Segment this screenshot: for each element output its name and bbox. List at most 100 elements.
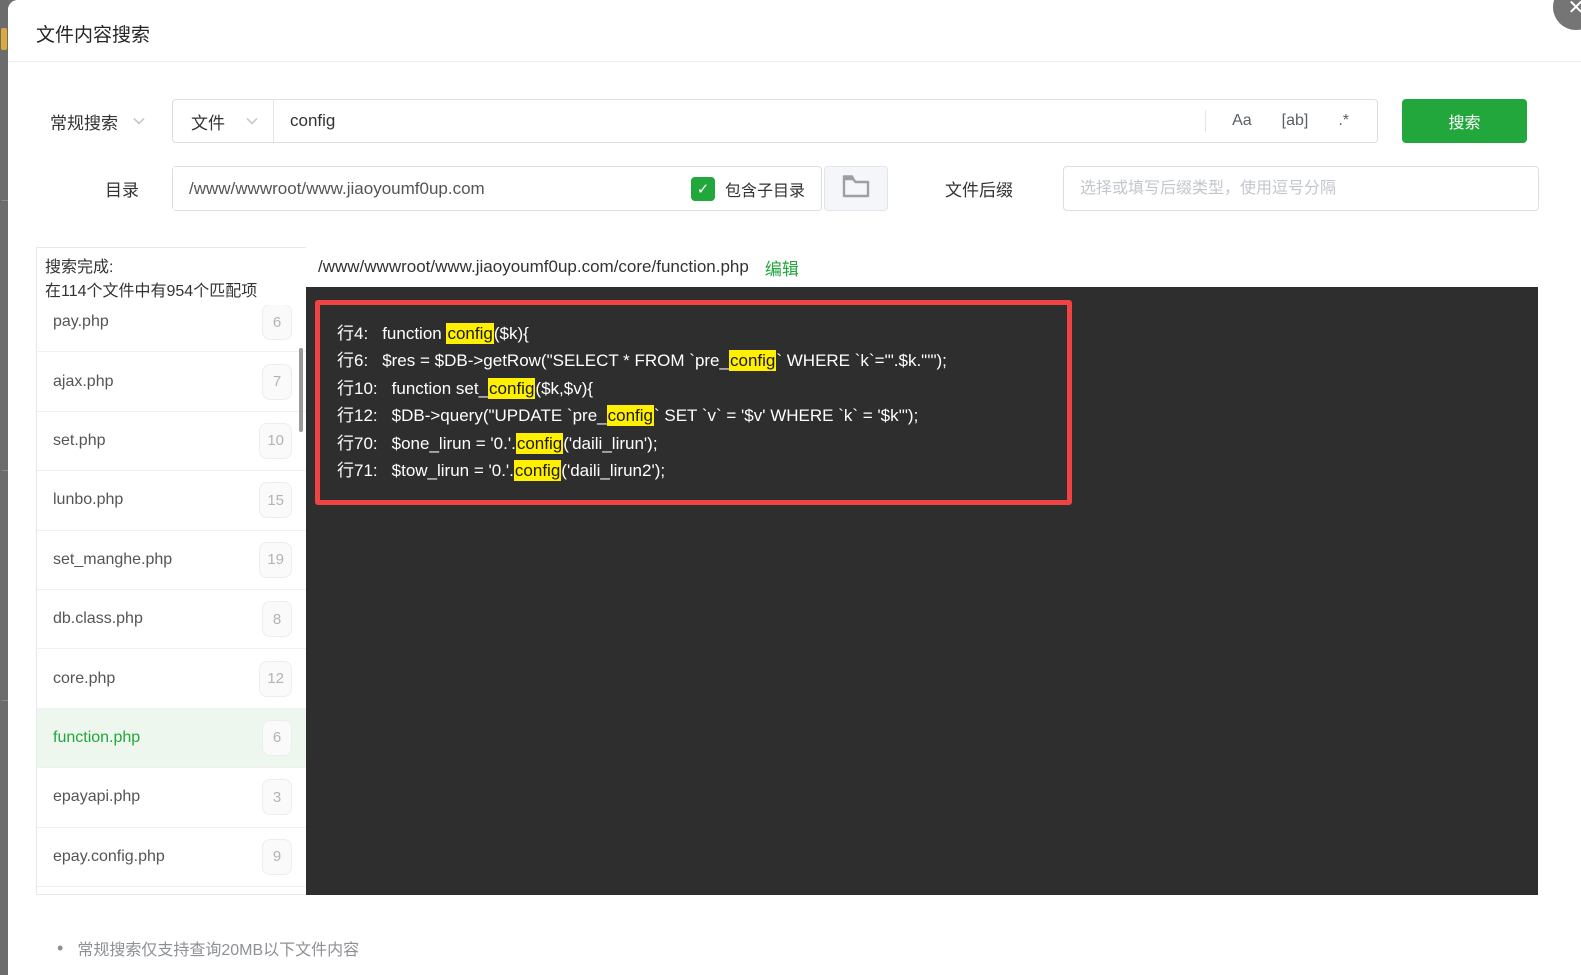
folder-icon [841,173,871,204]
match-case-toggle[interactable]: Aa [1232,112,1252,130]
match-word-toggle[interactable]: [ab] [1282,112,1309,130]
line-number: 行4: [337,324,369,343]
search-type-select[interactable]: 文件 [173,100,274,142]
highlighted-match: config [488,377,536,399]
page-title: 文件内容搜索 [36,25,151,46]
list-item[interactable]: lunbo.php 15 [37,471,306,531]
directory-input[interactable] [173,167,691,210]
code-text: ('daili_lirun2'); [561,461,666,481]
code-line: 行12: $DB->query("UPDATE `pre_config` SET … [337,402,947,429]
file-name: db.class.php [53,610,143,628]
code-text: ($k,$v){ [535,378,594,398]
match-count-badge: 19 [259,541,292,578]
browse-folder-button[interactable] [824,166,888,211]
footer-note-text: 常规搜索仅支持查询20MB以下文件内容 [77,942,360,959]
search-results-panel: 搜索完成: 在114个文件中有954个匹配项 pay.php 6 ajax.php 7… [36,247,307,895]
suffix-label: 文件后缀 [945,181,1013,200]
line-number: 行10: [337,378,378,398]
file-preview-panel: /www/wwwroot/www.jiaoyoumf0up.com/core/f… [306,247,1538,895]
suffix-input[interactable] [1063,166,1539,211]
file-preview-header: /www/wwwroot/www.jiaoyoumf0up.com/core/f… [306,247,1538,287]
code-preview: 行4: function config ($k){ 行6: $res = $DB->ge… [306,287,1538,895]
list-item[interactable]: set_manghe.php 19 [37,530,306,590]
search-type-label: 文件 [191,113,225,133]
code-text: ` WHERE `k`='".$k."'"); [776,351,947,371]
match-count-badge: 10 [259,422,292,459]
match-count-badge: 8 [262,601,292,638]
bullet-icon: • [57,937,64,958]
directory-input-group: ✓ 包含子目录 [172,166,822,211]
edit-file-link[interactable]: 编辑 [765,255,799,280]
line-number: 行6: [337,351,369,371]
code-text: ` SET `v` = '$v' WHERE `k` = '$k'"); [654,406,919,426]
regex-toggle[interactable]: .* [1338,112,1349,130]
include-subdir-checkbox[interactable]: ✓ [690,176,715,201]
code-text: $res = $DB->getRow("SELECT * FROM `pre_ [382,351,729,371]
file-list: pay.php 6 ajax.php 7 set.php 10 lunbo.php 15 set… [37,305,306,887]
chevron-down-icon [132,114,146,128]
code-text: $tow_lirun = '0.'. [391,461,514,481]
file-content-search-dialog: ✕ 文件内容搜索 常规搜索 文件 Aa [ab] .* 搜索 目录 ✓ 包含子 [8,0,1581,975]
list-item[interactable]: db.class.php 8 [37,589,306,650]
match-count-badge: 6 [262,305,292,341]
file-name: function.php [53,728,141,746]
match-count-badge: 6 [262,719,292,756]
list-item[interactable]: ajax.php 7 [37,352,306,412]
background-fragment [1,28,7,50]
file-name: lunbo.php [53,491,124,509]
code-line: 行10: function set_config($k,$v){ [337,375,947,402]
code-line: 行70: $one_lirun = '0.'.config('daili_liru… [337,430,947,457]
code-text: function set_ [391,378,489,398]
list-item[interactable]: epay.config.php 9 [37,827,306,887]
highlighted-match: config [513,460,562,482]
list-item[interactable]: pay.php 6 [37,305,306,353]
list-item[interactable]: epayapi.php 3 [37,768,306,828]
file-name: set.php [53,431,106,449]
file-name: epay.config.php [53,847,165,865]
code-line: 行6: $res = $DB->getRow("SELECT * FROM `pr… [337,347,947,374]
line-number: 行12: [337,406,378,426]
code-line: 行71: $tow_lirun = '0.'.config('daili_liru… [337,457,947,484]
code-line: 行4: function config($k){ [337,320,947,347]
highlighted-match: config [728,350,777,372]
file-name: set_manghe.php [53,550,173,568]
directory-label: 目录 [105,181,139,200]
match-count-badge: 12 [259,660,292,697]
code-text: ($k){ [493,324,529,343]
search-keyword-input[interactable] [274,100,1206,142]
list-item[interactable]: function.php 6 [37,708,306,769]
highlighted-match: config [606,405,654,427]
search-summary-line1: 搜索完成: [45,259,114,276]
match-count-badge: 15 [259,482,292,519]
match-count-badge: 7 [262,363,292,400]
code-text: $one_lirun = '0.'. [391,433,516,453]
file-name: ajax.php [53,372,114,390]
code-text: $DB->query("UPDATE `pre_ [391,406,607,426]
search-mode-select[interactable]: 常规搜索 [50,99,146,143]
dialog-title-bar: 文件内容搜索 [8,0,1581,62]
code-text: ('daili_lirun'); [563,433,658,453]
file-list-viewport[interactable]: pay.php 6 ajax.php 7 set.php 10 lunbo.php 15 set… [37,305,306,893]
list-item[interactable]: core.php 12 [37,649,306,709]
code-text: function [382,324,447,343]
search-button[interactable]: 搜索 [1402,99,1527,143]
line-number: 行70: [337,433,378,453]
list-scrollbar-thumb[interactable] [299,348,303,432]
include-subdir-label: 包含子目录 [724,182,805,200]
search-input-group: 文件 Aa [ab] .* [172,99,1378,143]
highlighted-match: config [515,432,564,454]
list-item[interactable]: set.php 10 [37,411,306,472]
file-name: pay.php [53,313,109,331]
match-count-badge: 3 [262,779,292,816]
file-name: epayapi.php [53,788,141,806]
code-lines: 行4: function config ($k){ 行6: $res = $DB->ge… [337,320,947,484]
preview-file-path: /www/wwwroot/www.jiaoyoumf0up.com/core/f… [318,257,749,276]
search-mode-label: 常规搜索 [50,113,118,133]
footer-note: • 常规搜索仅支持查询20MB以下文件内容 [57,936,359,960]
match-count-badge: 9 [262,838,292,875]
search-summary: 搜索完成: 在114个文件中有954个匹配项 [37,248,306,306]
search-summary-line2: 在114个文件中有954个匹配项 [45,283,258,300]
chevron-down-icon [245,114,259,128]
line-number: 行71: [337,461,378,481]
file-name: core.php [53,669,116,687]
